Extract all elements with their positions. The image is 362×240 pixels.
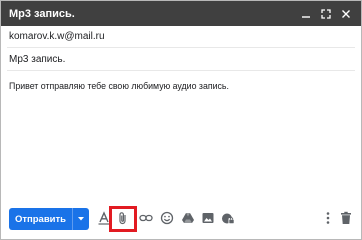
compose-title: Mp3 запись. (9, 7, 75, 20)
chevron-down-icon (78, 217, 84, 221)
message-body[interactable]: Привет отправляю тебе свою любимую аудио… (9, 81, 353, 91)
close-icon[interactable] (339, 7, 353, 21)
attach-highlight-box (109, 206, 137, 232)
insert-link-icon[interactable] (139, 211, 153, 225)
minimize-icon[interactable] (299, 7, 313, 21)
insert-photo-icon[interactable] (201, 211, 215, 225)
send-button[interactable]: Отправить (9, 208, 89, 230)
google-drive-icon[interactable] (181, 211, 195, 225)
compose-titlebar: Mp3 запись. (1, 1, 361, 26)
schedule-send-dropdown[interactable] (72, 208, 89, 230)
compose-toolbar: Отправить (1, 206, 361, 232)
recipients-field[interactable]: komarov.k.w@mail.ru (7, 26, 355, 48)
confidential-mode-icon[interactable] (221, 211, 235, 225)
fullscreen-icon[interactable] (319, 7, 333, 21)
subject-field[interactable]: Mp3 запись. (7, 48, 355, 71)
subject-value: Mp3 запись. (9, 53, 66, 65)
send-button-label: Отправить (14, 213, 67, 225)
delete-draft-icon[interactable] (339, 211, 353, 225)
emoji-icon[interactable] (160, 211, 174, 225)
recipients-value: komarov.k.w@mail.ru (9, 31, 105, 42)
more-options-icon[interactable] (321, 211, 335, 225)
compose-window: Mp3 запись. komarov.k.w@mail.ru Mp3 запи… (0, 0, 362, 240)
